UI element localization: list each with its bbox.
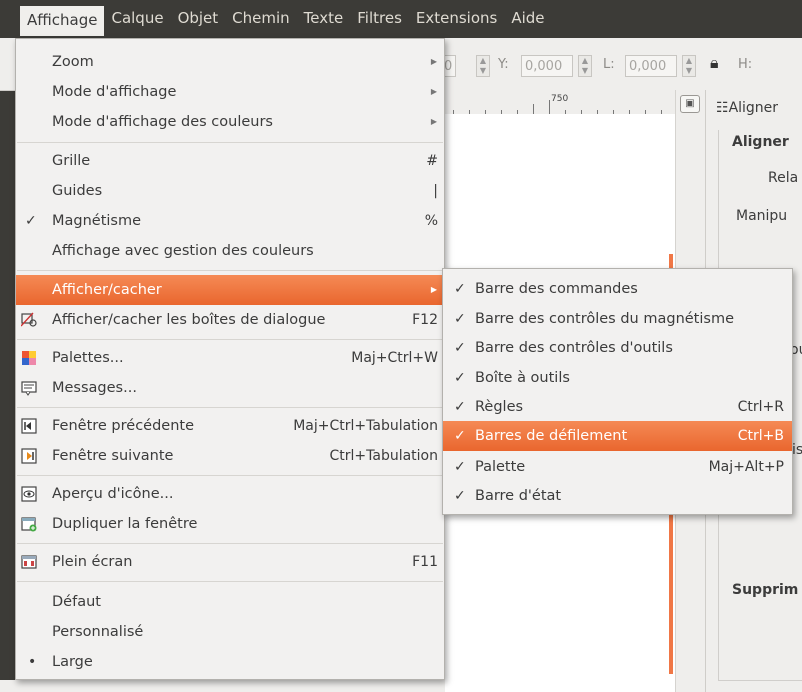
submenu-arrow-icon: ▶ bbox=[430, 117, 437, 126]
l-field[interactable]: 0,000 bbox=[625, 55, 677, 77]
align-tab[interactable]: ☷Aligner bbox=[716, 100, 778, 116]
menu-item-grid[interactable]: Grille # bbox=[16, 146, 444, 176]
menu-item-show-hide-dialogs[interactable]: Afficher/cacher les boîtes de dialogue F1… bbox=[16, 305, 444, 335]
submenu-item-status-bar[interactable]: ✓ Barre d'état bbox=[443, 481, 792, 511]
submenu-item-scrollbars[interactable]: ✓ Barres de défilement Ctrl+B bbox=[443, 421, 792, 451]
menu-item-guides[interactable]: Guides | bbox=[16, 176, 444, 206]
menu-item-messages[interactable]: Messages... bbox=[16, 373, 444, 403]
menu-item-color-managed-view[interactable]: Affichage avec gestion des couleurs bbox=[16, 236, 444, 266]
submenu-item-tool-controls-bar[interactable]: ✓ Barre des contrôles d'outils bbox=[443, 333, 792, 363]
menu-item-icon-preview[interactable]: Aperçu d'icône... bbox=[16, 479, 444, 509]
l-label: L: bbox=[603, 57, 615, 72]
submenu-arrow-icon: ▶ bbox=[430, 57, 437, 66]
duplicate-window-icon bbox=[21, 517, 37, 532]
menubar-aide[interactable]: Aide bbox=[504, 6, 551, 32]
fullscreen-icon bbox=[21, 555, 37, 569]
menubar-filtres[interactable]: Filtres bbox=[350, 6, 409, 32]
check-icon: ✓ bbox=[454, 311, 466, 327]
dialogs-toggle-icon bbox=[21, 312, 37, 327]
menubar-objet[interactable]: Objet bbox=[171, 6, 226, 32]
check-icon: ✓ bbox=[454, 281, 466, 297]
separator bbox=[17, 543, 443, 544]
handle-label: Manipu bbox=[736, 208, 788, 224]
next-window-icon bbox=[21, 448, 37, 464]
menu-item-show-hide[interactable]: Afficher/cacher ▶ bbox=[16, 275, 444, 305]
y-spinner[interactable]: ▲ ▼ bbox=[578, 55, 592, 77]
ruler-mark: 750 bbox=[551, 94, 569, 104]
menu-item-default[interactable]: Défaut bbox=[16, 587, 444, 617]
submenu-arrow-icon: ▶ bbox=[430, 87, 437, 96]
align-icon: ☷ bbox=[716, 100, 729, 116]
menu-item-next-window[interactable]: Fenêtre suivante Ctrl+Tabulation bbox=[16, 441, 444, 471]
submenu-item-palette[interactable]: ✓ Palette Maj+Alt+P bbox=[443, 452, 792, 482]
relative-label: Rela bbox=[768, 170, 799, 186]
show-hide-submenu: ✓ Barre des commandes ✓ Barre des contrô… bbox=[442, 268, 793, 515]
remove-overlap-label: Supprim bbox=[732, 582, 799, 598]
menu-item-duplicate-window[interactable]: Dupliquer la fenêtre bbox=[16, 509, 444, 539]
check-icon: ✓ bbox=[454, 370, 466, 386]
menubar-affichage[interactable]: Affichage bbox=[20, 6, 105, 36]
check-icon: ✓ bbox=[454, 399, 466, 415]
submenu-item-snap-controls-bar[interactable]: ✓ Barre des contrôles du magnétisme bbox=[443, 304, 792, 334]
y-label: Y: bbox=[498, 57, 509, 72]
menu-item-wide[interactable]: • Large bbox=[16, 647, 444, 677]
l-spinner[interactable]: ▲ ▼ bbox=[682, 55, 696, 77]
submenu-item-toolbox[interactable]: ✓ Boîte à outils bbox=[443, 363, 792, 393]
menubar-texte[interactable]: Texte bbox=[297, 6, 351, 32]
separator bbox=[17, 581, 443, 582]
affichage-menu: Zoom ▶ Mode d'affichage ▶ Mode d'affichage… bbox=[15, 38, 445, 680]
h-label: H: bbox=[738, 57, 753, 72]
menubar-calque[interactable]: Calque bbox=[104, 6, 170, 32]
menubar-chemin[interactable]: Chemin bbox=[225, 6, 297, 32]
zoom-toggle-icon[interactable]: ▣ bbox=[680, 95, 700, 113]
check-icon: ✓ bbox=[454, 459, 466, 475]
dock-partial-ise: ise bbox=[792, 442, 802, 458]
separator bbox=[17, 142, 443, 143]
menu-item-color-display-mode[interactable]: Mode d'affichage des couleurs ▶ bbox=[16, 107, 444, 137]
menubar-extensions[interactable]: Extensions bbox=[409, 6, 504, 32]
menu-item-zoom[interactable]: Zoom ▶ bbox=[16, 47, 444, 77]
y-field[interactable]: 0,000 bbox=[521, 55, 573, 77]
check-icon: ✓ bbox=[25, 213, 37, 229]
check-icon: ✓ bbox=[454, 340, 466, 356]
menubar: Affichage Calque Objet Chemin Texte Filt… bbox=[0, 0, 802, 38]
menu-item-display-mode[interactable]: Mode d'affichage ▶ bbox=[16, 77, 444, 107]
submenu-arrow-icon: ▶ bbox=[430, 285, 437, 294]
icon-preview-icon bbox=[21, 486, 37, 502]
separator bbox=[17, 339, 443, 340]
separator bbox=[17, 407, 443, 408]
previous-window-icon bbox=[21, 418, 37, 434]
menu-item-swatches[interactable]: Palettes... Maj+Ctrl+W bbox=[16, 343, 444, 373]
check-icon: ✓ bbox=[454, 428, 466, 444]
separator bbox=[17, 475, 443, 476]
menu-item-fullscreen[interactable]: Plein écran F11 bbox=[16, 547, 444, 577]
menu-item-snapping[interactable]: ✓ Magnétisme% bbox=[16, 206, 444, 236]
status-area bbox=[0, 680, 445, 692]
x-spinner[interactable]: ▲ ▼ bbox=[476, 55, 490, 77]
horizontal-ruler: 750 bbox=[445, 90, 680, 115]
check-icon: ✓ bbox=[454, 488, 466, 504]
menu-item-custom[interactable]: Personnalisé bbox=[16, 617, 444, 647]
lock-icon[interactable]: 🔒︎ bbox=[710, 53, 719, 73]
submenu-item-rulers[interactable]: ✓ Règles Ctrl+R bbox=[443, 392, 792, 422]
menu-item-previous-window[interactable]: Fenêtre précédente Maj+Ctrl+Tabulation bbox=[16, 411, 444, 441]
separator bbox=[17, 270, 443, 271]
radio-bullet-icon: • bbox=[28, 654, 37, 670]
palette-icon bbox=[22, 351, 36, 365]
align-heading: Aligner bbox=[732, 134, 789, 150]
submenu-item-commands-bar[interactable]: ✓ Barre des commandes bbox=[443, 274, 792, 304]
messages-icon bbox=[21, 381, 37, 396]
